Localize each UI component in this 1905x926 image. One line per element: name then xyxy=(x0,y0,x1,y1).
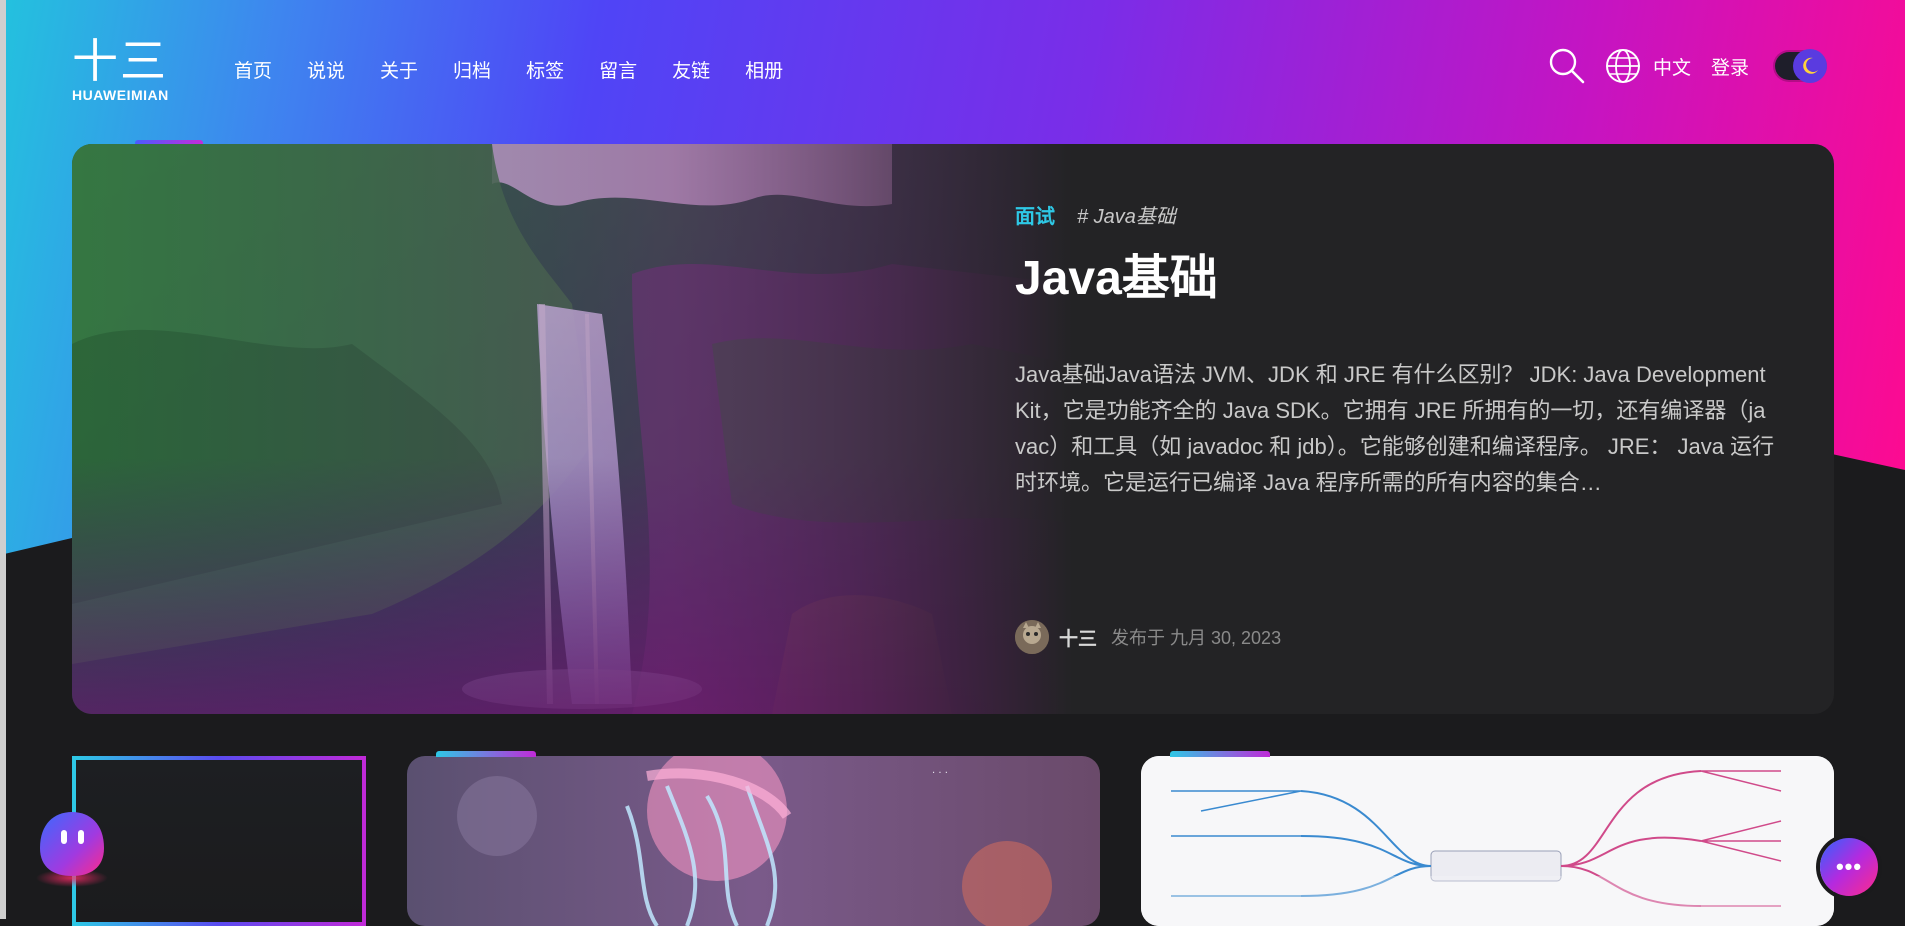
featured-content: 面试 # Java基础 Java基础 Java基础Java语法 JVM、JDK … xyxy=(1015,200,1775,501)
post-card-2-cover: · · · xyxy=(407,756,1100,926)
post-title[interactable]: Java基础 xyxy=(1015,251,1775,307)
logo-mark: 十三 xyxy=(72,34,168,88)
card-tab-accent xyxy=(1170,751,1270,757)
search-icon[interactable] xyxy=(1547,46,1587,86)
post-card-3-cover xyxy=(1141,756,1834,926)
site-header: 十三 HUAWEIMIAN 首页 说说 关于 归档 标签 留言 友链 相册 中文… xyxy=(0,0,1905,140)
nav-item-friends[interactable]: 友链 xyxy=(672,56,710,83)
logo-name: HUAWEIMIAN xyxy=(72,87,169,103)
author-name[interactable]: 十三 xyxy=(1059,624,1097,651)
nav-item-archive[interactable]: 归档 xyxy=(453,56,491,83)
nav-item-guestbook[interactable]: 留言 xyxy=(599,56,637,83)
author-avatar[interactable] xyxy=(1015,620,1049,654)
post-category[interactable]: 面试 xyxy=(1015,200,1055,229)
nav-item-album[interactable]: 相册 xyxy=(745,56,783,83)
header-tools: 中文 登录 xyxy=(1547,46,1827,86)
theme-toggle[interactable] xyxy=(1775,49,1827,83)
toggle-knob xyxy=(1793,49,1827,83)
nav-item-tags[interactable]: 标签 xyxy=(526,56,564,83)
more-icon: ••• xyxy=(1835,854,1863,879)
login-link[interactable]: 登录 xyxy=(1711,53,1749,80)
nav-item-talk[interactable]: 说说 xyxy=(307,56,345,83)
post-card-3[interactable] xyxy=(1141,756,1834,926)
nav-item-about[interactable]: 关于 xyxy=(380,56,418,83)
main-nav: 首页 说说 关于 归档 标签 留言 友链 相册 xyxy=(234,56,818,83)
post-date: 发布于 九月 30, 2023 xyxy=(1111,628,1282,648)
site-logo[interactable]: 十三 HUAWEIMIAN xyxy=(72,38,192,103)
moon-icon xyxy=(1803,57,1818,74)
featured-post-card[interactable]: 面试 # Java基础 Java基础 Java基础Java语法 JVM、JDK … xyxy=(72,144,1834,714)
chat-button[interactable]: ••• xyxy=(1820,838,1878,896)
mascot-widget[interactable] xyxy=(32,808,112,888)
window-edge xyxy=(0,0,6,919)
svg-text:· · ·: · · · xyxy=(932,768,948,779)
post-excerpt: Java基础Java语法 JVM、JDK 和 JRE 有什么区别？ JDK: J… xyxy=(1015,362,1775,495)
post-author-row: 十三 发布于 九月 30, 2023 xyxy=(1015,620,1281,654)
featured-cover-image xyxy=(72,144,1072,714)
post-meta: 面试 # Java基础 xyxy=(1015,200,1775,229)
post-tag[interactable]: # Java基础 xyxy=(1077,200,1176,229)
nav-item-home[interactable]: 首页 xyxy=(234,56,272,83)
globe-icon[interactable] xyxy=(1603,46,1643,86)
post-card-2[interactable]: · · · xyxy=(407,756,1100,926)
post-card-1[interactable] xyxy=(72,756,366,926)
language-switch[interactable]: 中文 xyxy=(1653,53,1691,80)
card-tab-accent xyxy=(436,751,536,757)
